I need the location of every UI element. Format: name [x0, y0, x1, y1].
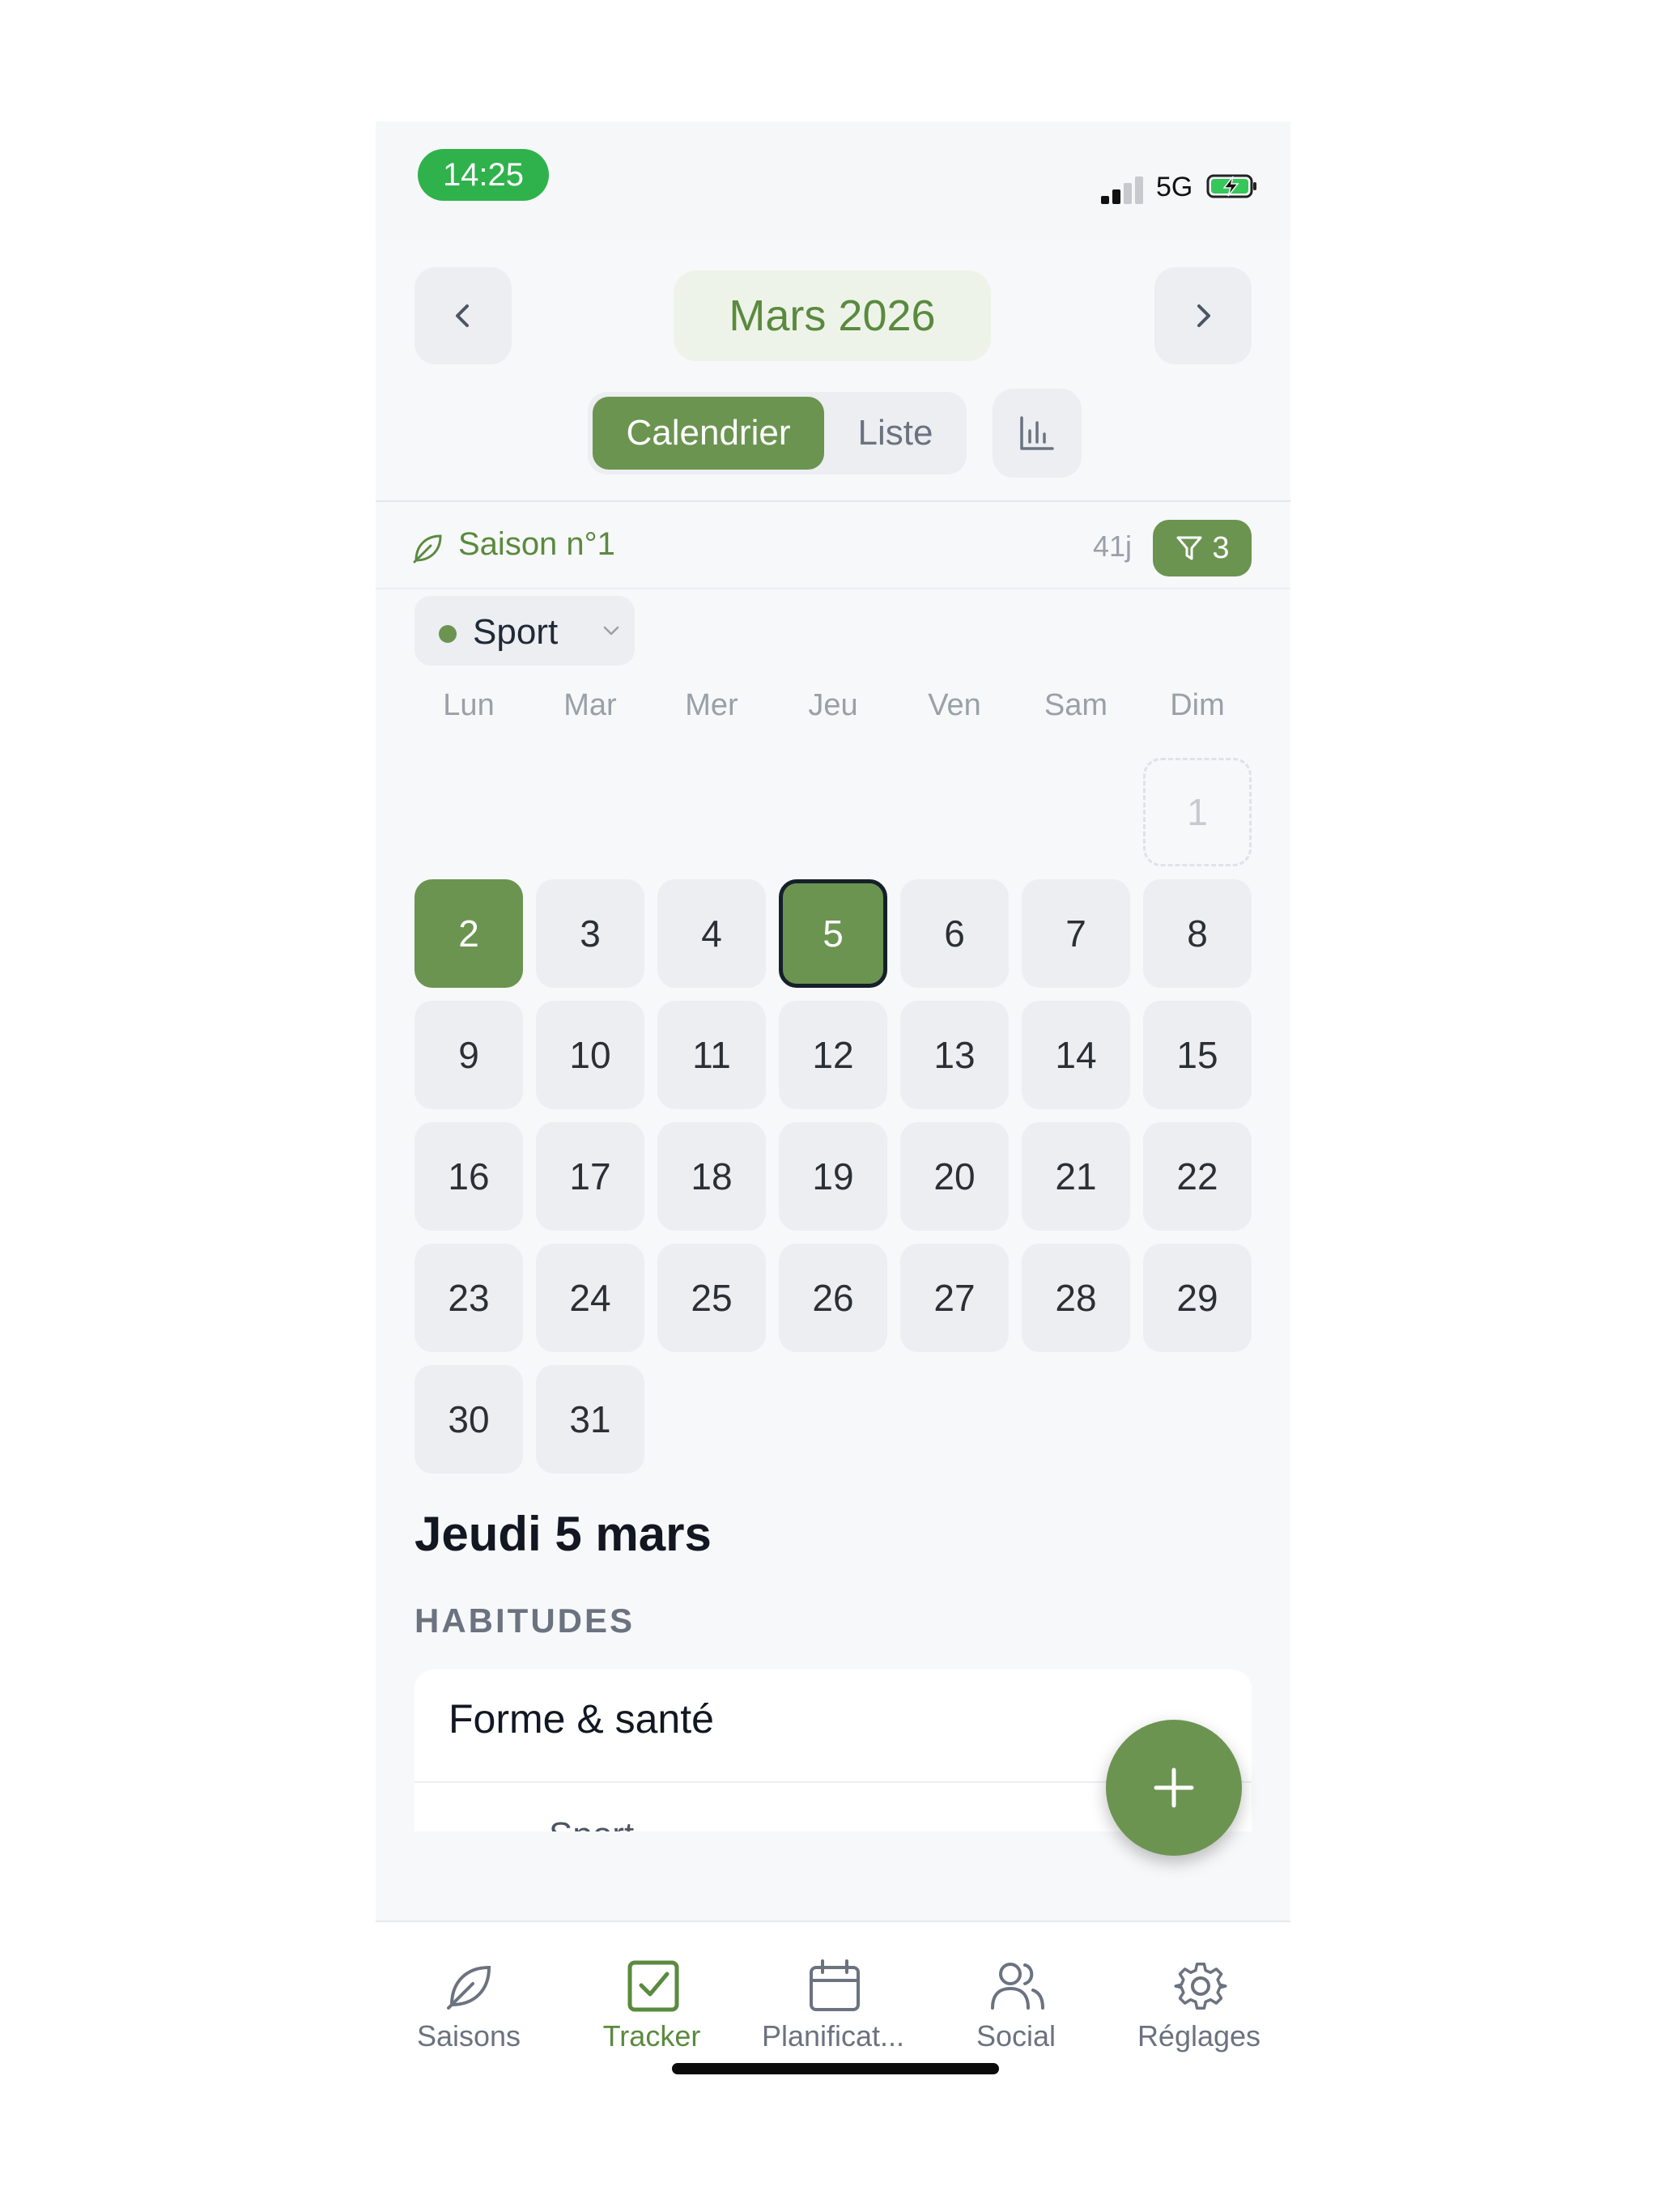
plus-icon [1154, 1767, 1194, 1808]
next-month-button[interactable] [1154, 267, 1252, 364]
calendar-day[interactable]: 12 [779, 1001, 887, 1109]
status-time: 14:25 [418, 149, 549, 201]
category-label: Sport [473, 612, 559, 652]
weekday-label: Mar [563, 688, 617, 722]
tab-social[interactable]: Social [925, 1922, 1107, 2068]
gear-icon [1174, 1962, 1227, 2010]
chevron-right-icon [1197, 304, 1210, 327]
calendar-day[interactable]: 6 [900, 879, 1009, 988]
tab-calendar[interactable]: Calendrier [593, 397, 824, 470]
divider [376, 588, 1290, 589]
tab-label: Planificat... [761, 2019, 905, 2052]
calendar-day[interactable]: 23 [414, 1244, 523, 1352]
bar-chart-icon [1020, 416, 1054, 450]
view-toggle: Calendrier Liste [588, 392, 967, 474]
tab-label: Social [976, 2019, 1056, 2052]
calendar-day[interactable]: 19 [779, 1122, 887, 1231]
weekday-label: Jeu [808, 688, 858, 722]
calendar-day[interactable]: 2 [414, 879, 523, 988]
users-icon [991, 1963, 1044, 2010]
month-title[interactable]: Mars 2026 [674, 270, 991, 361]
calendar-day[interactable]: 13 [900, 1001, 1009, 1109]
divider [376, 500, 1290, 502]
filter-count: 3 [1212, 530, 1230, 565]
chevron-left-icon [456, 304, 469, 327]
tab-saisons[interactable]: Saisons [377, 1922, 560, 2068]
category-color-dot [439, 625, 457, 643]
calendar-day[interactable]: 8 [1143, 879, 1252, 988]
prev-month-button[interactable] [414, 267, 512, 364]
calendar-day[interactable]: 28 [1022, 1244, 1130, 1352]
habit-item-label[interactable]: Sport [549, 1815, 634, 1831]
weekday-label: Dim [1170, 688, 1225, 722]
calendar-day[interactable]: 16 [414, 1122, 523, 1231]
status-bar: 14:25 5G [376, 121, 1290, 241]
calendar-day[interactable]: 30 [414, 1365, 523, 1474]
calendar-day[interactable]: 15 [1143, 1001, 1252, 1109]
stats-button[interactable] [993, 389, 1082, 478]
calendar-day[interactable]: 9 [414, 1001, 523, 1109]
tab-label: Tracker [602, 2019, 701, 2052]
calendar-day[interactable]: 20 [900, 1122, 1009, 1231]
calendar-day-outside: 1 [1143, 758, 1252, 866]
signal-icon [1101, 173, 1146, 204]
calendar-day[interactable]: 21 [1022, 1122, 1130, 1231]
calendar-day[interactable]: 26 [779, 1244, 887, 1352]
calendar-day[interactable]: 31 [536, 1365, 644, 1474]
filter-button[interactable]: 3 [1153, 520, 1252, 576]
weekday-label: Lun [443, 688, 495, 722]
chevron-down-icon [603, 626, 619, 636]
calendar-day[interactable]: 11 [657, 1001, 766, 1109]
filter-icon [1176, 536, 1202, 560]
check-square-icon [627, 1960, 679, 2012]
tab-reglages[interactable]: Réglages [1107, 1922, 1290, 2068]
habit-group-title[interactable]: Forme & santé [449, 1695, 714, 1742]
calendar-day[interactable]: 10 [536, 1001, 644, 1109]
calendar-day[interactable]: 3 [536, 879, 644, 988]
tab-label: Réglages [1137, 2019, 1261, 2052]
calendar-icon [810, 1959, 860, 2011]
calendar-day[interactable]: 22 [1143, 1122, 1252, 1231]
calendar-day[interactable]: 7 [1022, 879, 1130, 988]
add-habit-button[interactable] [1106, 1720, 1242, 1856]
calendar-day[interactable]: 18 [657, 1122, 766, 1231]
network-type: 5G [1156, 172, 1193, 202]
calendar-day[interactable]: 29 [1143, 1244, 1252, 1352]
home-indicator [672, 2063, 999, 2074]
calendar-day[interactable]: 25 [657, 1244, 766, 1352]
calendar-day[interactable]: 17 [536, 1122, 644, 1231]
tab-planification[interactable]: Planificat... [742, 1922, 925, 2068]
calendar-day[interactable]: 27 [900, 1244, 1009, 1352]
tab-list[interactable]: Liste [824, 397, 967, 470]
leaf-icon [413, 534, 442, 564]
selected-day-title: Jeudi 5 mars [414, 1507, 712, 1561]
tab-label: Saisons [416, 2019, 521, 2052]
weekday-label: Ven [928, 688, 981, 722]
weekday-label: Sam [1044, 688, 1108, 722]
season-label[interactable]: Saison n°1 [458, 526, 615, 563]
calendar-day[interactable]: 4 [657, 879, 766, 988]
leaf-icon [447, 1965, 491, 2010]
app-screen: 14:25 5G Mars 2026 Calendrier Liste Sais… [376, 121, 1290, 2089]
calendar-day[interactable]: 14 [1022, 1001, 1130, 1109]
category-dropdown[interactable]: Sport [414, 596, 635, 666]
calendar-day[interactable]: 24 [536, 1244, 644, 1352]
tab-tracker[interactable]: Tracker [560, 1922, 743, 2068]
calendar-day[interactable]: 5 [779, 879, 887, 988]
battery-charging-icon [1206, 174, 1256, 198]
weekday-label: Mer [685, 688, 738, 722]
section-heading: HABITUDES [414, 1602, 636, 1640]
season-days: 41j [1093, 530, 1133, 563]
